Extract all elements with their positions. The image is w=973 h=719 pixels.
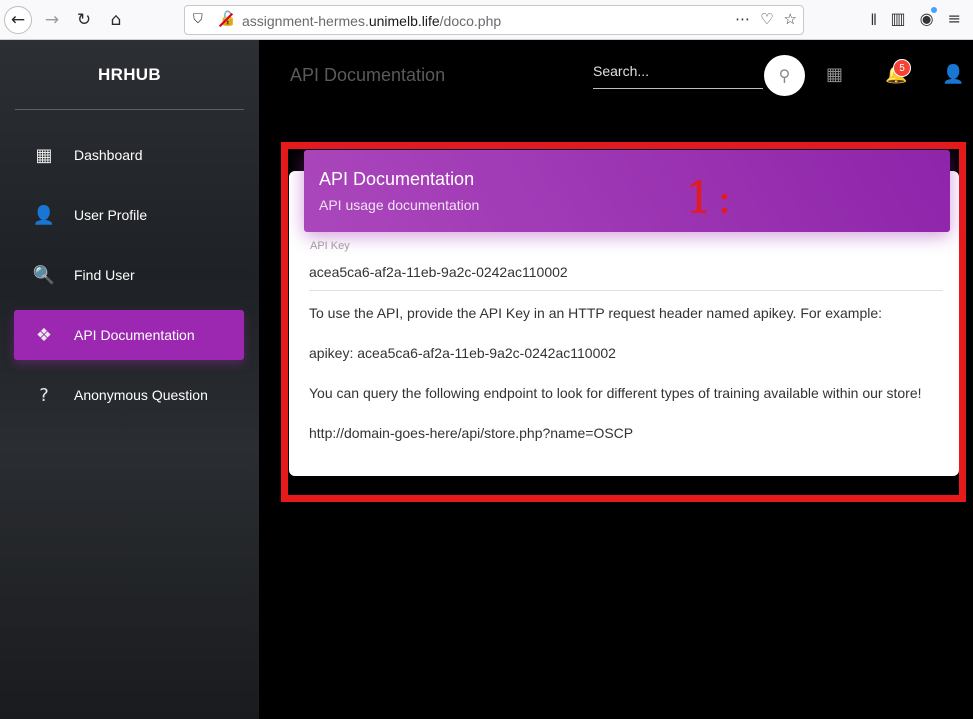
shield-icon[interactable]: ⛉	[193, 12, 203, 27]
library-icon[interactable]: 𝍪	[871, 9, 876, 36]
apikey-example: apikey: acea5ca6-af2a-11eb-9a2c-0242ac11…	[309, 345, 616, 361]
url-path: /doco.php	[439, 13, 502, 29]
reload-icon[interactable]: ↻	[70, 6, 98, 34]
bookmark-star-icon[interactable]: ☆	[784, 10, 797, 28]
api-key-underline	[309, 290, 943, 291]
sidebar: HRHUB ▦ Dashboard 👤 User Profile 🔍 Find …	[0, 40, 259, 719]
sidebar-item-find-user[interactable]: 🔍 Find User	[14, 250, 244, 300]
usage-instructions: To use the API, provide the API Key in a…	[309, 305, 883, 321]
url-domain: unimelb.life	[368, 13, 440, 29]
endpoint-url: http://domain-goes-here/api/store.php?na…	[309, 425, 634, 441]
search-input[interactable]	[593, 57, 763, 85]
person-icon: 👤	[32, 204, 56, 226]
pocket-icon[interactable]: ♡	[760, 10, 773, 28]
browser-toolbar: ← → ↻ ⌂ ⛉ 🔓 assignment-hermes.unimelb.li…	[0, 0, 973, 40]
sidebar-toggle-icon[interactable]: ▥	[891, 9, 906, 36]
insecure-lock-icon[interactable]: 🔓	[219, 11, 236, 27]
notification-badge[interactable]: 5	[893, 59, 911, 77]
dashboard-icon: ▦	[35, 144, 53, 166]
sidebar-item-label: Find User	[74, 267, 135, 283]
search-button[interactable]: ⚲	[764, 55, 805, 96]
api-key-label: API Key	[310, 240, 350, 252]
search-icon: 🔍	[32, 264, 56, 286]
api-icon: ❖	[35, 324, 53, 346]
home-icon[interactable]: ⌂	[102, 6, 130, 34]
sidebar-item-label: Anonymous Question	[74, 387, 208, 403]
dashboard-icon[interactable]: ▦	[826, 64, 843, 85]
sidebar-item-label: API Documentation	[74, 327, 195, 343]
account-icon[interactable]: ◉	[920, 7, 937, 36]
annotation-label: 1:	[685, 173, 736, 224]
back-arrow-icon[interactable]: ←	[4, 6, 32, 34]
divider	[15, 109, 244, 110]
forward-arrow-icon[interactable]: →	[38, 6, 66, 34]
url-prefix: assignment-hermes.	[242, 13, 369, 29]
sidebar-item-api-documentation[interactable]: ❖ API Documentation	[14, 310, 244, 360]
sidebar-item-anonymous-question[interactable]: ? Anonymous Question	[14, 370, 244, 420]
sidebar-item-label: User Profile	[74, 207, 148, 223]
sidebar-item-dashboard[interactable]: ▦ Dashboard	[14, 130, 244, 180]
card-header: API Documentation API usage documentatio…	[304, 150, 950, 232]
menu-icon[interactable]: ≡	[948, 9, 961, 36]
address-bar[interactable]: ⛉ 🔓 assignment-hermes.unimelb.life/doco.…	[184, 5, 804, 35]
sidebar-item-label: Dashboard	[74, 147, 143, 163]
search-field[interactable]	[593, 57, 763, 89]
brand-logo[interactable]: HRHUB	[0, 65, 259, 85]
user-account-icon[interactable]: 👤	[942, 64, 964, 85]
card-subtitle: API usage documentation	[319, 197, 480, 213]
api-key-value[interactable]: acea5ca6-af2a-11eb-9a2c-0242ac110002	[309, 264, 568, 280]
search-icon: ⚲	[778, 66, 791, 85]
more-actions-icon[interactable]: ⋯	[735, 10, 750, 28]
endpoint-description: You can query the following endpoint to …	[309, 385, 922, 401]
question-icon: ?	[39, 384, 49, 406]
sync-dot-icon	[930, 7, 937, 13]
card-title: API Documentation	[319, 169, 475, 189]
sidebar-item-user-profile[interactable]: 👤 User Profile	[14, 190, 244, 240]
url-text[interactable]: assignment-hermes.unimelb.life/doco.php	[242, 13, 501, 29]
page-title: API Documentation	[290, 65, 446, 85]
